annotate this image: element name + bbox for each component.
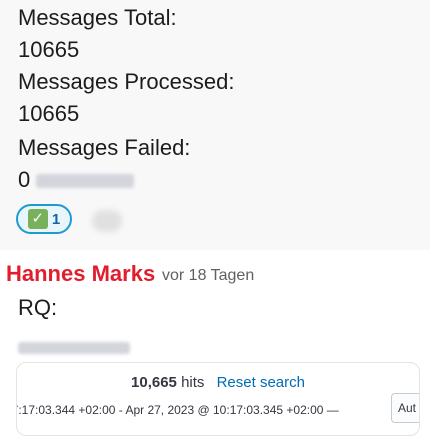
hits-count: 10,665 bbox=[131, 374, 177, 391]
message-text: RQ: bbox=[18, 295, 58, 320]
message-timestamp[interactable]: vor 18 Tagen bbox=[162, 264, 254, 288]
messages-processed-label: Messages Processed: bbox=[18, 69, 235, 94]
reset-search-link[interactable]: Reset search bbox=[217, 374, 305, 391]
reaction-count: 1 bbox=[51, 210, 61, 228]
author-name[interactable]: Hannes Marks bbox=[6, 258, 155, 290]
messages-processed-value: 10665 bbox=[18, 101, 80, 126]
check-mark-icon: ✓ bbox=[27, 209, 48, 229]
time-range: 07:17:03.344 +02:00 - Apr 27, 2023 @ 10:… bbox=[16, 403, 339, 417]
message-block: Messages Total: 10665 Messages Processed… bbox=[0, 0, 430, 250]
messages-failed-label: Messages Failed: bbox=[18, 135, 191, 160]
messages-total-label: Messages Total: bbox=[18, 5, 177, 30]
auto-refresh-button[interactable]: Aut bbox=[391, 393, 419, 423]
redacted-text bbox=[18, 342, 130, 354]
add-reaction-button[interactable] bbox=[92, 210, 122, 232]
kibana-screenshot[interactable]: 10,665 hits Reset search 07:17:03.344 +0… bbox=[16, 362, 420, 436]
messages-total-value: 10665 bbox=[18, 37, 80, 62]
checkmark-reaction[interactable]: ✓ 1 bbox=[16, 204, 72, 234]
hits-label: hits bbox=[181, 374, 205, 391]
hits-row: 10,665 hits Reset search bbox=[17, 373, 419, 393]
redacted-text bbox=[36, 174, 134, 188]
messages-failed-value: 0 bbox=[18, 167, 31, 192]
